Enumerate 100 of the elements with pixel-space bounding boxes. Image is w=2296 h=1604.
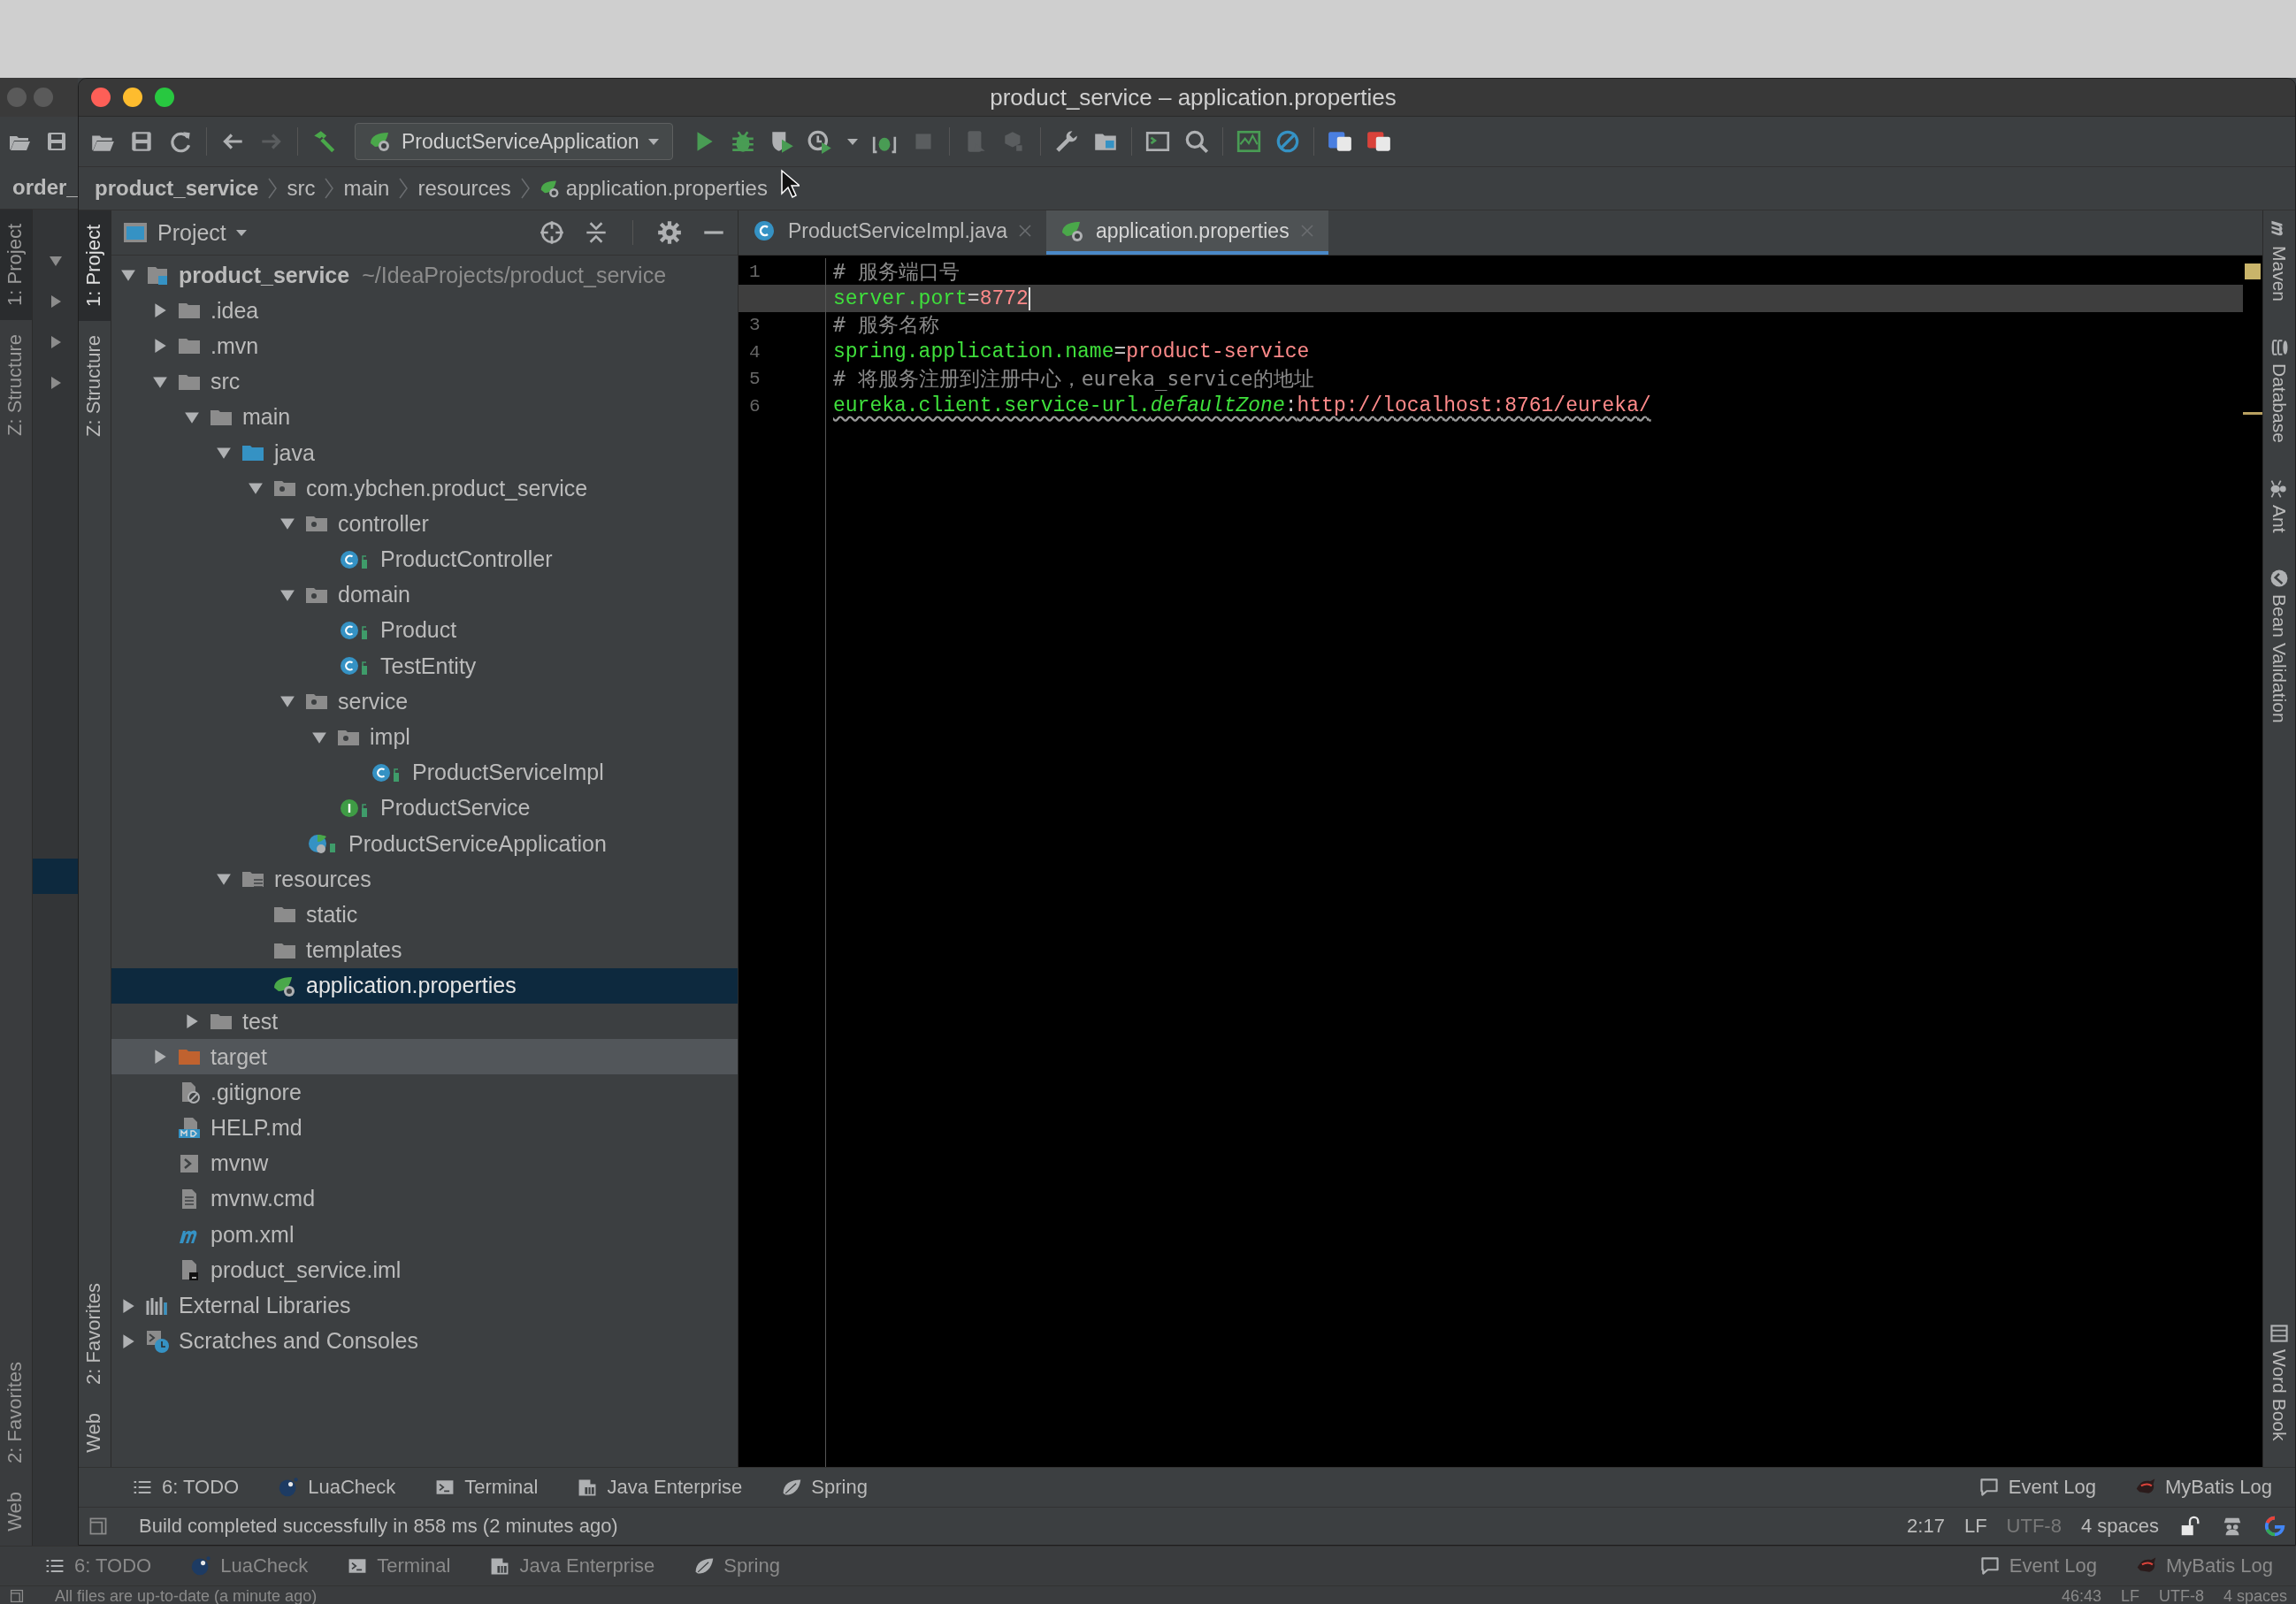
tree-item[interactable]: java — [111, 434, 738, 471]
warning-marker[interactable] — [2245, 264, 2261, 279]
tool-window-tab[interactable]: Ant — [2263, 469, 2295, 560]
collapse-arrow-icon[interactable] — [120, 1333, 136, 1349]
tool-window-button[interactable]: Terminal — [434, 1476, 539, 1499]
tree-item[interactable]: .gitignore — [111, 1074, 738, 1111]
tree-item[interactable]: src — [111, 363, 738, 400]
close-button[interactable] — [91, 88, 111, 107]
breadcrumb-item[interactable]: main — [343, 176, 390, 201]
expand-arrow-icon[interactable] — [48, 254, 63, 268]
status-item[interactable]: 46:43 — [2061, 1586, 2101, 1604]
tool-window-button[interactable]: Event Log — [1978, 1476, 2096, 1499]
tree-item[interactable]: ProductServiceImpl — [111, 754, 738, 791]
tool-window-tab[interactable]: Z: Structure — [79, 320, 111, 451]
monitor-icon[interactable] — [1236, 128, 1263, 155]
status-item[interactable]: 2:17 — [1907, 1515, 1945, 1538]
tree-item[interactable]: target — [111, 1039, 738, 1075]
minimize-button[interactable] — [123, 88, 142, 107]
status-item[interactable]: UTF-8 — [2158, 1586, 2204, 1604]
crosshair-icon[interactable] — [539, 219, 565, 246]
tree-item[interactable]: mvnw — [111, 1145, 738, 1181]
collapse-arrow-icon[interactable] — [184, 1013, 200, 1030]
g-circle-icon[interactable] — [2263, 1515, 2286, 1538]
chevron-icon — [324, 177, 335, 200]
tool-window-button[interactable]: MyBatis Log — [2134, 1476, 2272, 1499]
tree-item[interactable]: product_service.iml — [111, 1252, 738, 1288]
tree-item[interactable]: application.properties — [111, 967, 738, 1004]
editor-tab[interactable]: ProductServiceImpl.java — [739, 210, 1046, 255]
tree-item[interactable]: static — [111, 897, 738, 933]
tool-window-tab[interactable]: Database — [2263, 328, 2295, 470]
tree-item[interactable]: HELP.md — [111, 1110, 738, 1146]
tree-item[interactable]: product_service ~/IdeaProjects/product_service — [111, 257, 738, 294]
breadcrumb-item[interactable]: src — [287, 176, 316, 201]
panel-toggle-icon[interactable] — [9, 1588, 25, 1604]
tree-item[interactable]: templates — [111, 932, 738, 968]
search-icon[interactable] — [1183, 128, 1211, 155]
tree-item[interactable]: .mvn — [111, 328, 738, 364]
tree-item[interactable]: ProductServiceApplication — [111, 826, 738, 862]
tool-window-button[interactable]: LuaCheck — [278, 1476, 396, 1499]
tree-item[interactable]: main — [111, 399, 738, 435]
tree-item[interactable]: domain — [111, 577, 738, 613]
tree-item[interactable]: controller — [111, 506, 738, 542]
panel-toggle-icon[interactable] — [88, 1516, 109, 1537]
tool-window-button[interactable]: Event Log — [1978, 1554, 2097, 1577]
tree-item[interactable]: mvnw.cmd — [111, 1180, 738, 1218]
tool-window-button[interactable]: 6: TODO — [44, 1554, 152, 1577]
collapse-arrow-icon[interactable] — [152, 302, 168, 319]
breadcrumb-item[interactable]: product_service — [95, 176, 259, 201]
tree-item[interactable]: pom.xml — [111, 1217, 738, 1253]
tree-item[interactable]: Product — [111, 612, 738, 649]
tool-window-tab[interactable]: Maven — [2263, 210, 2295, 329]
line-number: 1 — [749, 261, 761, 282]
collapse-arrow-icon[interactable] — [152, 338, 168, 355]
tree-item[interactable]: .idea — [111, 293, 738, 329]
breadcrumb-item[interactable]: resources — [417, 176, 511, 201]
view-selector[interactable]: Project — [122, 219, 248, 246]
tool-window-button[interactable]: Java Enterprise — [577, 1476, 743, 1499]
tree-item[interactable]: ProductService — [111, 790, 738, 826]
tool-window-button[interactable]: LuaCheck — [190, 1554, 309, 1577]
status-item[interactable]: LF — [2120, 1586, 2139, 1604]
tool-window-tab[interactable]: Web — [0, 1478, 32, 1546]
tool-window-tab[interactable]: 1: Project — [79, 210, 111, 321]
speech-bubble-icon — [1978, 1555, 2001, 1577]
tree-item[interactable]: resources — [111, 861, 738, 897]
settings-icon[interactable] — [656, 219, 683, 246]
status-item[interactable]: 4 spaces — [2080, 1515, 2159, 1538]
tool-window-tab[interactable]: Z: Structure — [0, 319, 32, 450]
tool-window-tab[interactable]: Web — [79, 1399, 111, 1467]
tree-item[interactable]: Scratches and Consoles — [111, 1323, 738, 1359]
editor-tab[interactable]: application.properties — [1046, 210, 1328, 255]
breadcrumb-item[interactable]: order_ — [12, 175, 78, 200]
tool-window-tab[interactable]: 2: Favorites — [79, 1269, 111, 1400]
status-item[interactable]: LF — [1963, 1515, 1987, 1538]
tool-window-button[interactable]: Spring — [781, 1476, 868, 1499]
breadcrumb-item[interactable]: application.properties — [539, 176, 768, 201]
tree-item[interactable]: External Libraries — [111, 1287, 738, 1324]
status-item[interactable]: 4 spaces — [2223, 1586, 2287, 1604]
tool-window-button[interactable]: Terminal — [347, 1554, 451, 1577]
tool-window-button[interactable]: Java Enterprise — [489, 1554, 655, 1577]
tool-window-tab[interactable]: Word Book — [2263, 1313, 2295, 1467]
tree-item[interactable]: ProductController — [111, 541, 738, 577]
tool-window-tab[interactable]: 2: Favorites — [0, 1348, 32, 1478]
collapse-arrow-icon[interactable] — [152, 1049, 168, 1066]
speech-bubble-icon — [1978, 1477, 2000, 1498]
tool-window-tab[interactable]: Bean Validation — [2263, 559, 2295, 751]
code-line: # 服务名称 — [833, 312, 939, 339]
tool-window-button[interactable]: 6: TODO — [132, 1476, 240, 1499]
tool-window-tab[interactable]: 1: Project — [0, 210, 32, 320]
tool-window-button[interactable]: Spring — [693, 1554, 780, 1577]
tree-item[interactable]: service — [111, 684, 738, 720]
code-line: eureka.client.service-url.defaultZone:http://localhost:8761/eureka/ — [833, 394, 1651, 418]
tool-window-button[interactable]: MyBatis Log — [2135, 1554, 2273, 1577]
warning-marker[interactable] — [2243, 412, 2262, 415]
tree-item[interactable]: test — [111, 1003, 738, 1040]
tree-item[interactable]: com.ybchen.product_service — [111, 470, 738, 507]
tree-item[interactable]: TestEntity — [111, 648, 738, 684]
run-configuration-dropdown[interactable]: ProductServiceApplication — [355, 123, 674, 160]
collapse-arrow-icon[interactable] — [120, 1297, 136, 1314]
tree-item[interactable]: impl — [111, 719, 738, 755]
zoom-button[interactable] — [155, 88, 174, 107]
